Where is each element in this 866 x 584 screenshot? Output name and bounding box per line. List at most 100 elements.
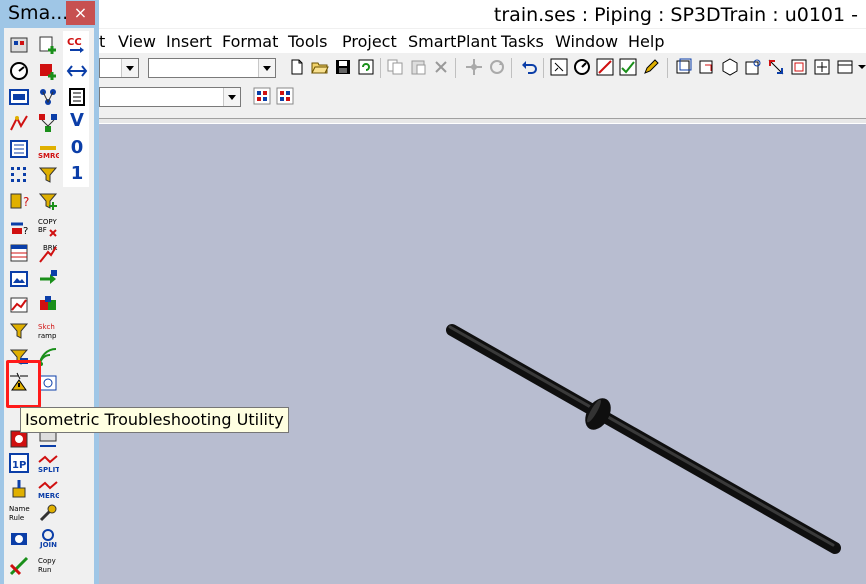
select-command-icon[interactable] <box>549 57 569 77</box>
svg-text:ramp: ramp <box>38 332 57 340</box>
gauge-icon[interactable] <box>8 60 30 82</box>
component-icon[interactable] <box>8 34 30 56</box>
align-arrows-icon[interactable] <box>66 60 88 82</box>
smart-toolbar-window: Sma... × ? ? 1P Name Rule SMRG COPY BF BRK… <box>0 0 99 584</box>
move-icon[interactable] <box>464 57 484 77</box>
copy-bf-icon[interactable]: COPY BF <box>37 216 59 238</box>
network-icon[interactable] <box>37 112 59 134</box>
1p-icon[interactable]: 1P <box>8 452 30 474</box>
toolbar-separator <box>543 58 544 78</box>
select-filter-icon[interactable] <box>275 86 295 106</box>
menu-project[interactable]: Project <box>342 32 397 51</box>
copy-icon[interactable] <box>385 57 405 77</box>
chevron-down-icon[interactable] <box>223 88 240 106</box>
draw-pipe-icon[interactable] <box>595 57 615 77</box>
grid-icon[interactable] <box>8 164 30 186</box>
zero-button[interactable]: 0 <box>66 137 88 158</box>
merge-icon[interactable]: MERGE <box>37 478 59 500</box>
chart-icon[interactable] <box>8 294 30 316</box>
transfer-icon[interactable] <box>37 268 59 290</box>
network-add-icon[interactable] <box>37 86 59 108</box>
refresh-icon[interactable] <box>356 57 376 77</box>
pencil-icon[interactable] <box>641 57 661 77</box>
graphic-view-canvas[interactable] <box>99 124 866 584</box>
toolbar-separator <box>455 58 456 78</box>
view-icon[interactable] <box>835 57 855 77</box>
split-icon[interactable]: SPLIT <box>37 452 59 474</box>
smrg-icon[interactable]: SMRG <box>37 138 59 160</box>
paste-icon[interactable] <box>408 57 428 77</box>
pipe-tool-icon[interactable] <box>8 555 30 577</box>
save-icon[interactable] <box>333 57 353 77</box>
open-folder-icon[interactable] <box>310 57 330 77</box>
break-icon[interactable]: BRK <box>37 242 59 264</box>
route-icon[interactable] <box>8 112 30 134</box>
svg-text:Name: Name <box>9 505 30 513</box>
one-button[interactable]: 1 <box>66 163 88 184</box>
name-rule-icon[interactable]: Name Rule <box>8 502 30 524</box>
check-icon[interactable] <box>618 57 638 77</box>
camera-icon[interactable] <box>8 527 30 549</box>
menu-smartplant[interactable]: SmartPlant <box>408 32 497 51</box>
zoom-area-icon[interactable] <box>743 57 763 77</box>
svg-text:1P: 1P <box>12 460 26 471</box>
toolbar-overflow-icon[interactable] <box>856 57 866 77</box>
delete-icon[interactable] <box>431 57 451 77</box>
document-icon[interactable] <box>66 86 88 108</box>
iso-view-icon[interactable] <box>720 57 740 77</box>
wrench-icon[interactable] <box>37 502 59 524</box>
measure-icon[interactable] <box>572 57 592 77</box>
stack-icon[interactable] <box>8 478 30 500</box>
title-bar[interactable]: train.ses : Piping : SP3DTrain : u0101 - <box>99 0 866 28</box>
cc-icon[interactable]: CC <box>66 34 88 56</box>
chevron-down-icon[interactable] <box>121 59 138 77</box>
menu-tasks[interactable]: Tasks <box>501 32 544 51</box>
menu-help[interactable]: Help <box>628 32 664 51</box>
svg-text:Rule: Rule <box>9 514 24 522</box>
connection-query-icon[interactable]: ? <box>8 216 30 238</box>
report-icon[interactable] <box>8 138 30 160</box>
tooltip: Isometric Troubleshooting Utility <box>20 407 289 433</box>
ribbon-toolbar <box>99 83 866 111</box>
join-icon[interactable]: JOIN <box>37 527 59 549</box>
select-all-icon[interactable] <box>252 86 272 106</box>
smart-toolbar-titlebar[interactable]: Sma... × <box>0 0 99 28</box>
dashboard-icon[interactable] <box>8 86 30 108</box>
view-style-icon[interactable] <box>674 57 694 77</box>
add-component-icon[interactable] <box>37 34 59 56</box>
svg-text:JOIN: JOIN <box>39 541 57 549</box>
new-file-icon[interactable] <box>287 57 307 77</box>
close-button[interactable]: × <box>66 1 95 25</box>
svg-text:MERGE: MERGE <box>38 492 59 500</box>
pan-icon[interactable] <box>812 57 832 77</box>
space-selector-combo[interactable] <box>99 58 139 78</box>
undo-icon[interactable] <box>519 57 539 77</box>
funnel-add-icon[interactable] <box>37 190 59 212</box>
toolbar-separator <box>667 58 668 78</box>
svg-text:COPY: COPY <box>38 218 57 226</box>
locate-filter-combo[interactable] <box>148 58 276 78</box>
funnel-icon[interactable] <box>37 164 59 186</box>
menu-edit-partial[interactable]: t <box>99 32 105 51</box>
chevron-down-icon[interactable] <box>258 59 275 77</box>
rotate-icon[interactable] <box>487 57 507 77</box>
menu-insert[interactable]: Insert <box>166 32 212 51</box>
image-icon[interactable] <box>8 268 30 290</box>
view-v-button[interactable]: V <box>66 110 88 131</box>
menu-format[interactable]: Format <box>222 32 278 51</box>
fit-view-icon[interactable] <box>789 57 809 77</box>
copy-run-icon[interactable]: Copy Run <box>37 554 59 576</box>
menu-tools[interactable]: Tools <box>288 32 327 51</box>
clip-volume-icon[interactable] <box>697 57 717 77</box>
filter-icon[interactable] <box>8 320 30 342</box>
menu-window[interactable]: Window <box>555 32 618 51</box>
sketch-ramp-icon[interactable]: Skch ramp <box>37 320 59 342</box>
menu-view[interactable]: View <box>118 32 156 51</box>
zoom-tool-icon[interactable] <box>766 57 786 77</box>
puzzle-icon[interactable] <box>37 294 59 316</box>
filter-combo[interactable] <box>99 87 241 107</box>
pipe-model[interactable] <box>446 324 841 554</box>
query-icon[interactable]: ? <box>8 190 30 212</box>
insert-component-icon[interactable] <box>37 60 59 82</box>
table-icon[interactable] <box>8 242 30 264</box>
